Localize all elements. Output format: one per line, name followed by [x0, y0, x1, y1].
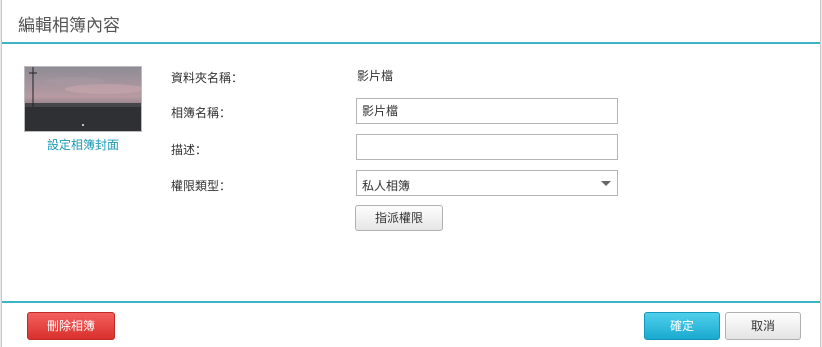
cancel-button[interactable]: 取消	[725, 312, 801, 340]
cover-image	[25, 67, 141, 131]
footer-divider	[2, 301, 820, 303]
album-cover-thumbnail[interactable]	[24, 66, 142, 132]
permission-type-label: 權限類型：	[171, 179, 232, 193]
set-album-cover-link[interactable]: 設定相簿封面	[24, 136, 142, 153]
dialog-title: 編輯相簿內容	[18, 16, 120, 36]
description-input[interactable]	[356, 134, 618, 160]
folder-name-value: 影片檔	[357, 69, 394, 83]
dialog-title-bar: 編輯相簿內容	[2, 0, 820, 44]
edit-album-dialog: 編輯相簿內容 設定相簿封面 資料夾名稱： 影片檔 相簿名稱： 影片檔 描述： 權…	[1, 0, 821, 347]
permission-type-selected-value: 私人相簿	[362, 179, 411, 193]
permission-type-select[interactable]: 私人相簿	[356, 170, 618, 196]
chevron-down-icon	[601, 181, 611, 186]
album-name-label: 相簿名稱：	[171, 106, 232, 120]
album-name-input[interactable]: 影片檔	[356, 98, 618, 124]
folder-name-label: 資料夾名稱：	[171, 71, 244, 85]
description-label: 描述：	[171, 143, 208, 157]
delete-album-button[interactable]: 刪除相簿	[27, 312, 115, 340]
ok-button[interactable]: 確定	[644, 312, 720, 340]
assign-permission-button[interactable]: 指派權限	[355, 205, 443, 231]
